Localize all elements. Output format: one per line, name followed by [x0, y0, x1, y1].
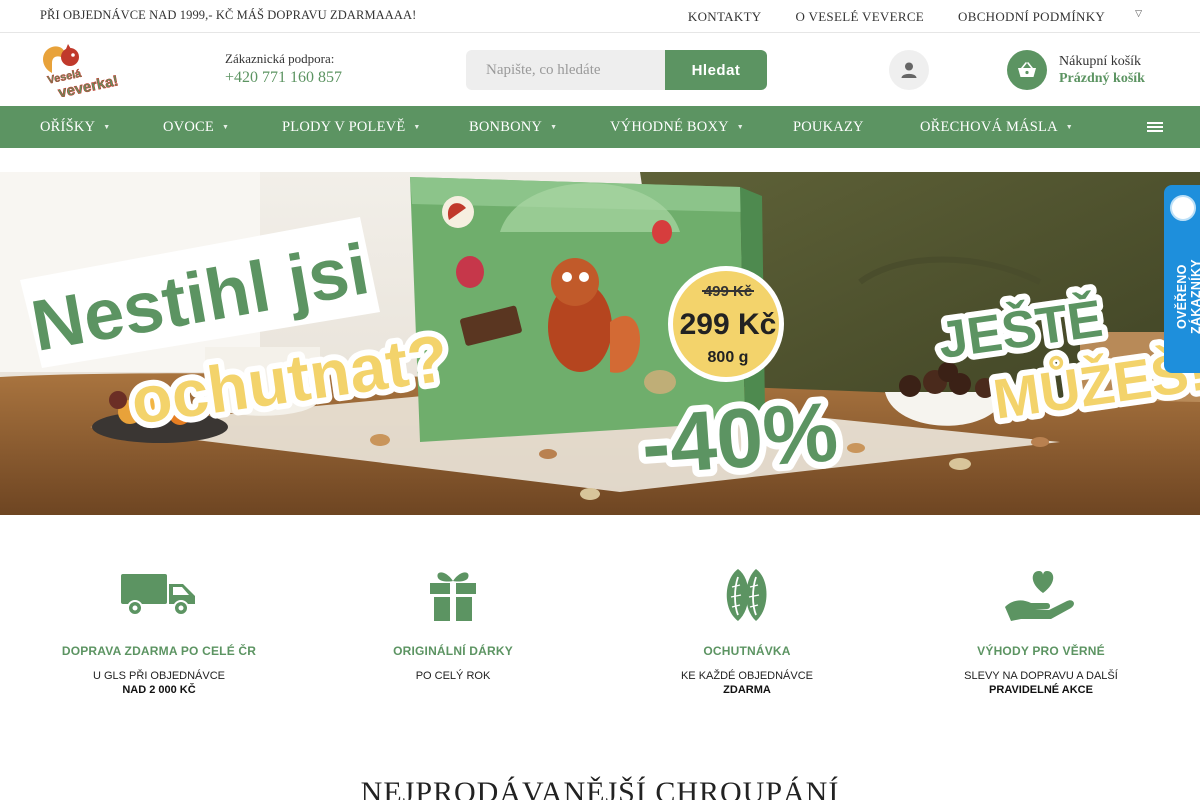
benefit-text: U GLS PŘI OBJEDNÁVCE [92, 670, 226, 682]
menu-icon[interactable] [1147, 122, 1163, 133]
search-bar: Hledat [466, 50, 767, 90]
free-shipping-promo: PŘI OBJEDNÁVCE NAD 1999,- KČ MÁŠ DOPRAVU… [40, 8, 417, 22]
chevron-down-icon: ▼ [1065, 123, 1073, 131]
search-input[interactable] [466, 50, 665, 90]
main-navigation: OŘÍŠKY ▼ OVOCE ▼ PLODY V POLEVĚ ▼ BONBONY ▼ … [0, 106, 1200, 148]
svg-text:-40%: -40% [639, 384, 841, 491]
chevron-down-icon: ▼ [413, 123, 421, 131]
link-about[interactable]: O VESELÉ VEVERCE [796, 9, 925, 25]
link-contacts[interactable]: KONTAKTY [688, 9, 762, 25]
heart-hand-icon [1005, 571, 1074, 621]
bestsellers-heading: NEJPRODÁVANĚJŠÍ CHROUPÁNÍ [360, 776, 840, 800]
nav-item-nut-butters[interactable]: OŘECHOVÁ MÁSLA ▼ [920, 106, 1073, 148]
top-links: KONTAKTY O VESELÉ VEVERCE OBCHODNÍ PODMÍ… [654, 0, 1200, 33]
support-label: Zákaznická podpora: [225, 51, 335, 66]
nav-item-fruit[interactable]: OVOCE ▼ [163, 106, 229, 148]
benefit-title: ORIGINÁLNÍ DÁRKY [393, 644, 513, 658]
gift-icon [430, 572, 476, 621]
account-button[interactable] [889, 50, 929, 90]
chevron-down-icon: ▼ [550, 123, 558, 131]
benefit-title: VÝHODY PRO VĚRNÉ [977, 644, 1105, 658]
benefit-text: PO CELÝ ROK [415, 670, 491, 682]
nav-item-vouchers[interactable]: POUKAZY [793, 106, 864, 148]
cart-title: Nákupní košík [1059, 53, 1142, 69]
support-phone[interactable]: +420 771 160 857 [225, 69, 342, 87]
nav-item-nuts[interactable]: OŘÍŠKY ▼ [40, 106, 110, 148]
hero-banner[interactable]: 499 Kč 299 Kč 800 g -40% -40% Nestihl js… [0, 172, 1200, 515]
svg-text:299 Kč: 299 Kč [680, 308, 777, 341]
user-icon [901, 62, 917, 78]
benefit-loyalty: VÝHODY PRO VĚRNÉ SLEVY NA DOPRAVU A DALŠ… [911, 560, 1171, 696]
basket-icon [1018, 62, 1036, 77]
cart[interactable]: Nákupní košík Prázdný košík [1007, 50, 1145, 90]
benefit-title: DOPRAVA ZDARMA PO CELÉ ČR [61, 644, 257, 658]
truck-icon [121, 574, 195, 616]
benefit-gifts: ORIGINÁLNÍ DÁRKY PO CELÝ ROK [323, 560, 583, 684]
search-button[interactable]: Hledat [665, 50, 767, 90]
cart-status: Prázdný košík [1059, 70, 1145, 86]
benefit-text-bold: ZDARMA [723, 684, 771, 696]
nav-item-candy[interactable]: BONBONY ▼ [469, 106, 557, 148]
customer-support: Zákaznická podpora: +420 771 160 857 [225, 51, 342, 87]
svg-text:800 g: 800 g [708, 349, 749, 366]
chevron-down-icon: ▼ [103, 123, 111, 131]
almond-icon [726, 569, 767, 621]
cart-button[interactable] [1007, 50, 1047, 90]
squirrel-logo-icon: Veselá veverka! [43, 44, 120, 102]
benefit-free-shipping: DOPRAVA ZDARMA PO CELÉ ČR U GLS PŘI OBJE… [29, 560, 289, 696]
site-header: Veselá veverka! Zákaznická podpora: +420… [0, 33, 1200, 106]
benefits-strip: DOPRAVA ZDARMA PO CELÉ ČR U GLS PŘI OBJE… [0, 560, 1200, 720]
top-bar: PŘI OBJEDNÁVCE NAD 1999,- KČ MÁŠ DOPRAVU… [0, 0, 1200, 33]
nav-item-coated[interactable]: PLODY V POLEVĚ ▼ [282, 106, 421, 148]
benefit-tasting: OCHUTNÁVKA KE KAŽDÉ OBJEDNÁVCE ZDARMA [617, 560, 877, 696]
hero-illustration: 499 Kč 299 Kč 800 g -40% -40% Nestihl js… [0, 172, 1200, 515]
benefit-text-bold: PRAVIDELNÉ AKCE [989, 684, 1093, 696]
more-links-icon[interactable]: ▽ [1135, 8, 1142, 19]
logo[interactable]: Veselá veverka! [38, 43, 122, 102]
chevron-down-icon: ▼ [221, 123, 230, 131]
link-terms[interactable]: OBCHODNÍ PODMÍNKY [958, 9, 1105, 25]
benefit-title: OCHUTNÁVKA [703, 644, 791, 658]
nav-item-boxes[interactable]: VÝHODNÉ BOXY ▼ [610, 106, 744, 148]
benefit-text-bold: NAD 2 000 KČ [122, 684, 196, 696]
chevron-down-icon: ▼ [736, 123, 744, 131]
verified-seal-icon [1170, 195, 1196, 221]
benefit-text: KE KAŽDÉ OBJEDNÁVCE [680, 670, 814, 682]
verified-customers-badge[interactable]: OVĚŘENO ZÁKAZNÍKY [1164, 185, 1200, 373]
verified-badge-label: OVĚŘENO ZÁKAZNÍKY [1175, 259, 1200, 335]
benefit-text: SLEVY NA DOPRAVU A DALŠÍ [964, 670, 1118, 682]
